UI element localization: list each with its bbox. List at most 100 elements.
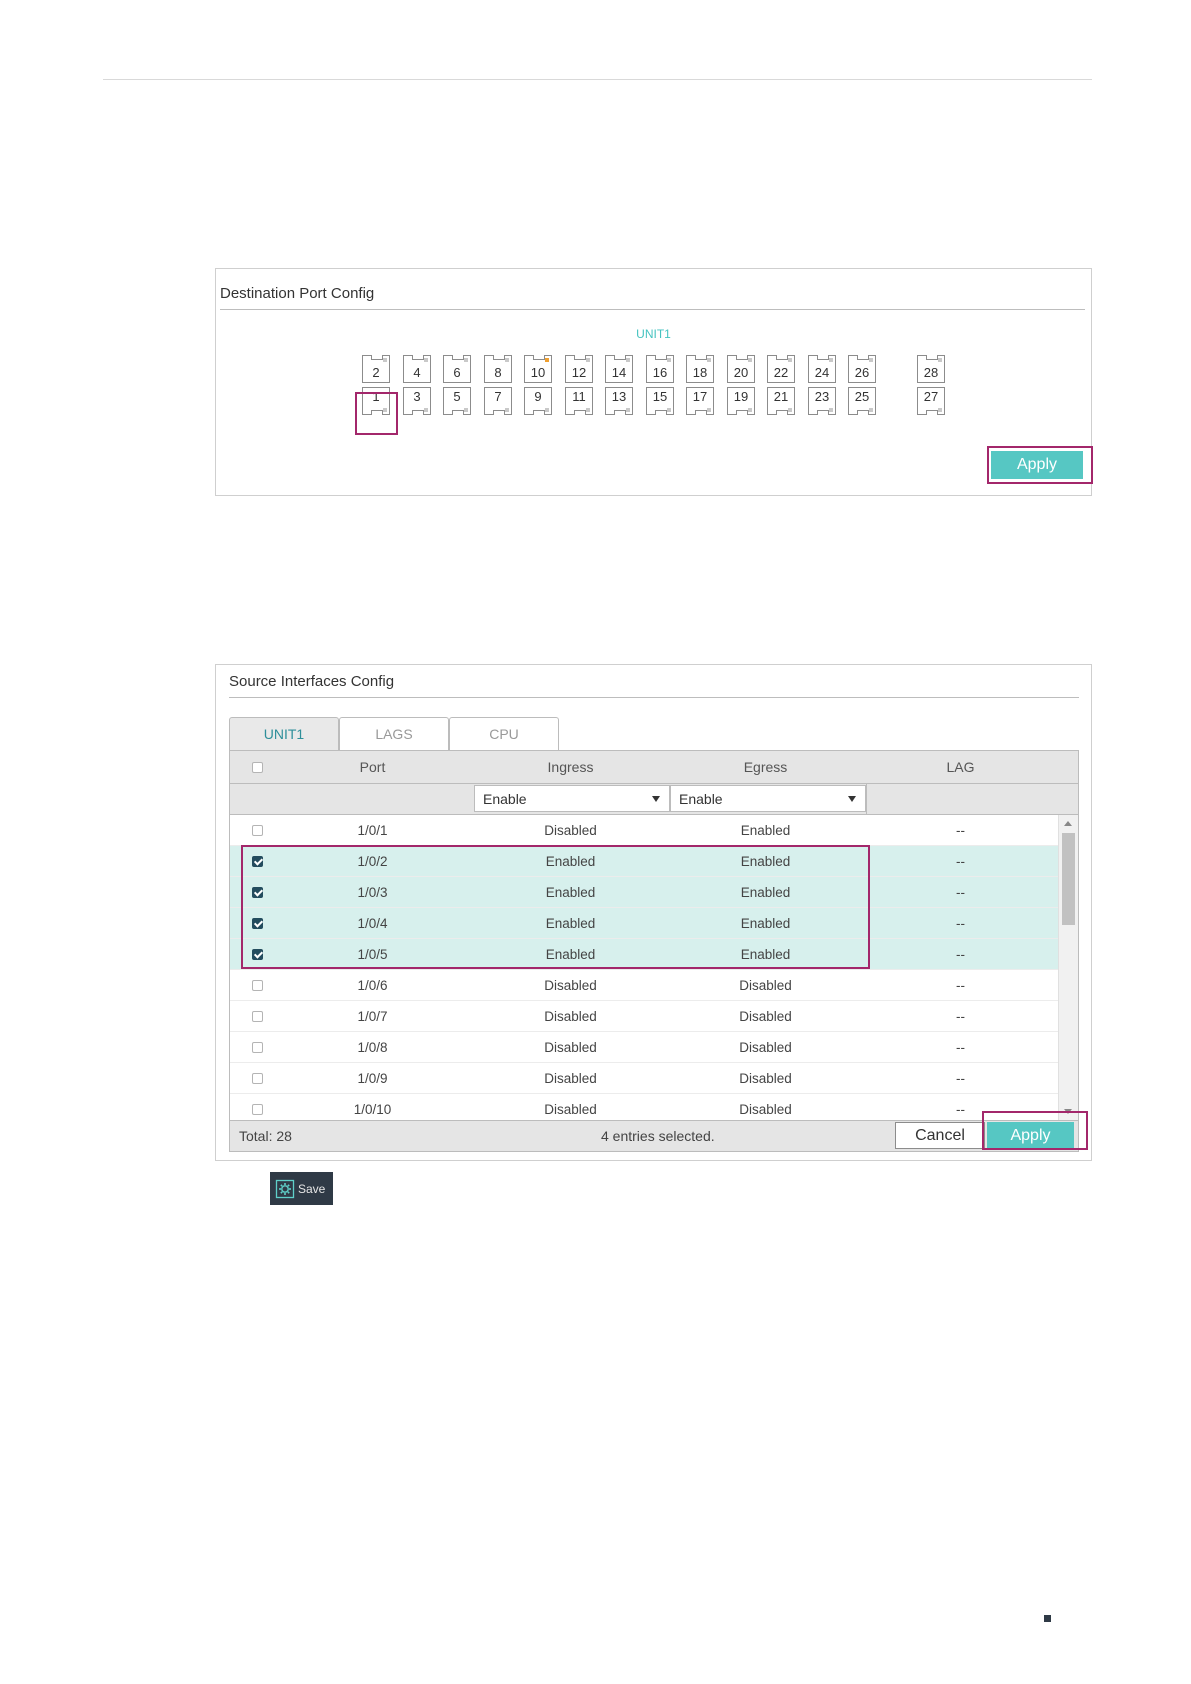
port-number: 7	[494, 389, 502, 404]
port-28[interactable]: 28	[917, 355, 945, 383]
port-led-icon	[829, 358, 833, 362]
port-9[interactable]: 9	[524, 387, 552, 415]
source-table: Port Ingress Egress LAG Enable Enable 1/…	[229, 750, 1079, 1152]
port-19[interactable]: 19	[727, 387, 755, 415]
port-connector-icon	[574, 410, 586, 415]
port-number: 14	[611, 365, 627, 380]
ingress-select[interactable]: Enable	[474, 785, 670, 812]
row-checkbox[interactable]	[251, 1010, 263, 1022]
port-number: 24	[814, 365, 830, 380]
table-filter-row: Enable Enable	[230, 784, 1078, 815]
table-row[interactable]: 1/0/7 Disabled Disabled --	[230, 1001, 1059, 1032]
gear-save-icon	[275, 1179, 295, 1198]
table-row[interactable]: 1/0/8 Disabled Disabled --	[230, 1032, 1059, 1063]
port-16[interactable]: 16	[646, 355, 674, 383]
port-led-icon	[505, 358, 509, 362]
port-21[interactable]: 21	[767, 387, 795, 415]
port-22[interactable]: 22	[767, 355, 795, 383]
cell-lag: --	[956, 946, 965, 962]
total-count: Total: 28	[239, 1128, 292, 1144]
port-led-icon	[424, 408, 428, 412]
egress-select[interactable]: Enable	[670, 785, 866, 812]
port-3[interactable]: 3	[403, 387, 431, 415]
port-number: 26	[854, 365, 870, 380]
port-number: 25	[854, 389, 870, 404]
row-checkbox[interactable]	[251, 855, 263, 867]
column-lag: LAG	[946, 759, 975, 775]
table-row[interactable]: 1/0/9 Disabled Disabled --	[230, 1063, 1059, 1094]
port-connector-icon	[857, 410, 869, 415]
tab-cpu[interactable]: CPU	[449, 717, 559, 750]
cell-lag: --	[956, 853, 965, 869]
table-row[interactable]: 1/0/6 Disabled Disabled --	[230, 970, 1059, 1001]
port-7[interactable]: 7	[484, 387, 512, 415]
row-checkbox[interactable]	[251, 824, 263, 836]
port-led-icon	[626, 408, 630, 412]
row-checkbox[interactable]	[251, 917, 263, 929]
port-10[interactable]: 10	[524, 355, 552, 383]
cell-ingress: Disabled	[544, 1008, 597, 1024]
top-divider	[103, 79, 1092, 80]
table-row[interactable]: 1/0/3 Enabled Enabled --	[230, 877, 1059, 908]
port-8[interactable]: 8	[484, 355, 512, 383]
port-number: 2	[372, 365, 380, 380]
cancel-button[interactable]: Cancel	[895, 1122, 985, 1149]
tab-lags[interactable]: LAGS	[339, 717, 449, 750]
row-checkbox[interactable]	[251, 1041, 263, 1053]
port-20[interactable]: 20	[727, 355, 755, 383]
port-15[interactable]: 15	[646, 387, 674, 415]
port-17[interactable]: 17	[686, 387, 714, 415]
row-checkbox[interactable]	[251, 886, 263, 898]
select-all-checkbox[interactable]	[251, 761, 263, 773]
table-row[interactable]: 1/0/10 Disabled Disabled --	[230, 1094, 1059, 1120]
port-connector-icon	[493, 355, 505, 360]
row-checkbox[interactable]	[251, 1072, 263, 1084]
port-number: 23	[814, 389, 830, 404]
port-25[interactable]: 25	[848, 387, 876, 415]
port-led-icon	[626, 358, 630, 362]
row-checkbox[interactable]	[251, 979, 263, 991]
tab-unit1[interactable]: UNIT1	[229, 717, 339, 750]
port-1[interactable]: 1	[362, 387, 390, 415]
port-connector-icon	[736, 410, 748, 415]
port-18[interactable]: 18	[686, 355, 714, 383]
port-6[interactable]: 6	[443, 355, 471, 383]
port-number: 6	[453, 365, 461, 380]
port-2[interactable]: 2	[362, 355, 390, 383]
port-13[interactable]: 13	[605, 387, 633, 415]
port-4[interactable]: 4	[403, 355, 431, 383]
scroll-down-icon[interactable]	[1064, 1109, 1072, 1114]
cell-lag: --	[956, 1101, 965, 1117]
table-row[interactable]: 1/0/2 Enabled Enabled --	[230, 846, 1059, 877]
cell-port: 1/0/4	[357, 915, 388, 931]
table-row[interactable]: 1/0/1 Disabled Enabled --	[230, 815, 1059, 846]
table-row[interactable]: 1/0/4 Enabled Enabled --	[230, 908, 1059, 939]
port-connector-icon	[695, 355, 707, 360]
cell-port: 1/0/9	[357, 1070, 388, 1086]
port-number: 5	[453, 389, 461, 404]
port-connector-icon	[614, 355, 626, 360]
cell-egress: Enabled	[740, 884, 791, 900]
destination-apply-button[interactable]: Apply	[991, 451, 1083, 479]
port-led-icon	[383, 408, 387, 412]
row-checkbox[interactable]	[251, 1103, 263, 1115]
source-apply-button[interactable]: Apply	[987, 1122, 1074, 1149]
cell-port: 1/0/5	[357, 946, 388, 962]
save-button[interactable]: Save	[270, 1172, 333, 1205]
scroll-up-icon[interactable]	[1064, 821, 1072, 826]
port-27[interactable]: 27	[917, 387, 945, 415]
port-14[interactable]: 14	[605, 355, 633, 383]
port-11[interactable]: 11	[565, 387, 593, 415]
port-23[interactable]: 23	[808, 387, 836, 415]
table-scrollbar[interactable]	[1058, 815, 1078, 1120]
chevron-down-icon	[652, 796, 660, 802]
row-checkbox[interactable]	[251, 948, 263, 960]
port-12[interactable]: 12	[565, 355, 593, 383]
table-row[interactable]: 1/0/5 Enabled Enabled --	[230, 939, 1059, 970]
port-5[interactable]: 5	[443, 387, 471, 415]
scroll-thumb[interactable]	[1062, 833, 1075, 925]
port-number: 20	[733, 365, 749, 380]
port-26[interactable]: 26	[848, 355, 876, 383]
port-24[interactable]: 24	[808, 355, 836, 383]
port-number: 13	[611, 389, 627, 404]
